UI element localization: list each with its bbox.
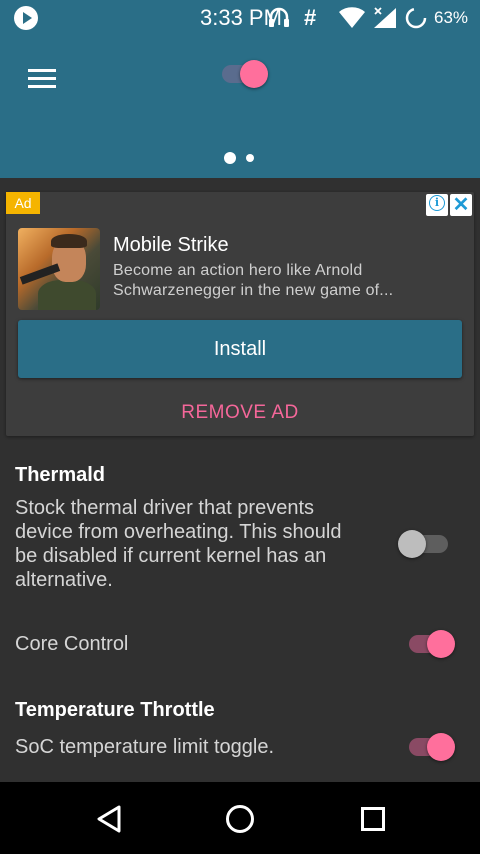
setting-label: Core Control bbox=[15, 633, 129, 655]
wifi-icon bbox=[338, 6, 366, 35]
ad-info-icon[interactable] bbox=[426, 194, 448, 216]
ad-card: Ad ✕ Mobile Strike Become an action hero… bbox=[6, 192, 474, 436]
battery-icon bbox=[404, 6, 428, 35]
hash-icon: # bbox=[304, 5, 317, 30]
battery-percent: 63% bbox=[434, 8, 469, 27]
headphones-icon bbox=[268, 6, 290, 35]
remove-ad-button[interactable]: REMOVE AD bbox=[6, 402, 474, 424]
recent-apps-icon[interactable] bbox=[361, 807, 385, 831]
thermald-toggle-switch[interactable] bbox=[398, 526, 452, 560]
home-icon[interactable] bbox=[226, 805, 254, 833]
app-toolbar bbox=[0, 36, 480, 178]
ad-close-icon[interactable]: ✕ bbox=[450, 194, 472, 216]
page-indicator-dot bbox=[246, 154, 254, 162]
ad-badge: Ad bbox=[6, 192, 40, 214]
menu-button[interactable] bbox=[24, 66, 60, 92]
temperature-throttle-toggle-switch[interactable] bbox=[405, 729, 459, 763]
ad-title[interactable]: Mobile Strike bbox=[113, 234, 229, 257]
signal-icon bbox=[372, 6, 398, 35]
ad-description: Become an action hero like Arnold Schwar… bbox=[113, 262, 394, 299]
status-bar: 3:33 PM # 63% bbox=[0, 0, 480, 36]
navigation-bar bbox=[0, 782, 480, 854]
ad-app-image[interactable] bbox=[18, 228, 100, 310]
back-icon[interactable] bbox=[96, 805, 122, 833]
setting-description: Stock thermal driver that prevents devic… bbox=[15, 497, 342, 591]
menu-icon bbox=[28, 69, 56, 72]
core-control-toggle-switch[interactable] bbox=[405, 626, 459, 660]
setting-description: SoC temperature limit toggle. bbox=[15, 736, 275, 758]
install-button[interactable]: Install bbox=[18, 320, 462, 378]
page-indicator-dot-active bbox=[224, 152, 236, 164]
setting-title: Temperature Throttle bbox=[15, 699, 215, 721]
play-icon bbox=[14, 6, 38, 30]
master-toggle-switch[interactable] bbox=[218, 56, 272, 90]
setting-title: Thermald bbox=[15, 464, 106, 486]
